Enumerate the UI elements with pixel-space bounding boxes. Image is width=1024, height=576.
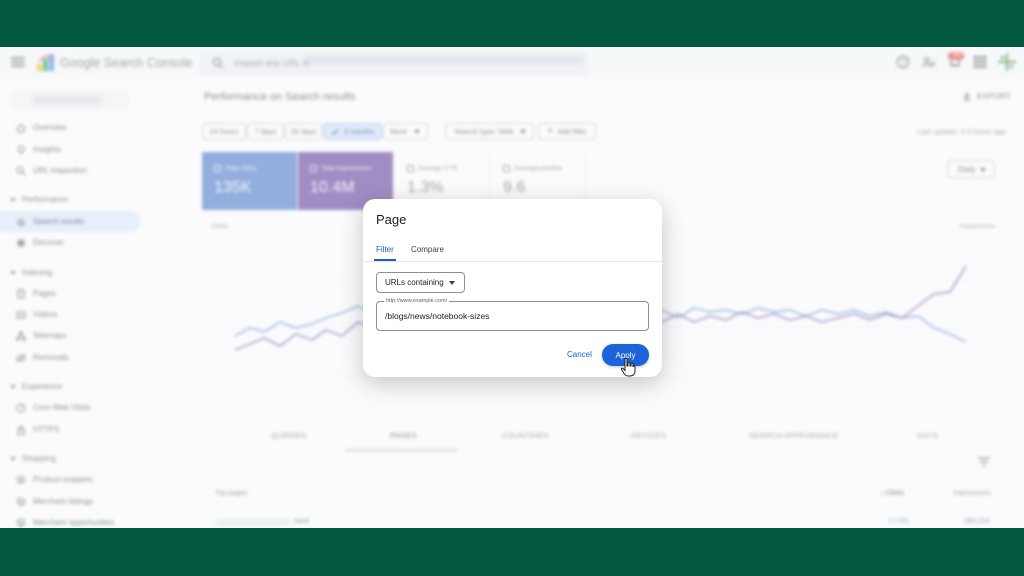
match-type-value: URLs containing: [385, 278, 444, 287]
url-filter-input[interactable]: [385, 311, 635, 321]
hand-pointer-cursor-icon: [620, 357, 636, 377]
match-type-select[interactable]: URLs containing: [376, 272, 465, 293]
dialog-divider: [363, 261, 662, 262]
dropdown-caret-icon: [449, 281, 455, 285]
page-filter-dialog: Page Filter Compare URLs containing http…: [363, 199, 662, 377]
url-filter-field[interactable]: http://www.example.com/: [376, 298, 649, 331]
dialog-title: Page: [376, 212, 407, 227]
cancel-button[interactable]: Cancel: [567, 350, 592, 359]
dialog-tab-filter[interactable]: Filter: [376, 245, 394, 254]
field-label: http://www.example.com/: [384, 298, 450, 304]
dialog-tab-compare[interactable]: Compare: [411, 245, 444, 254]
